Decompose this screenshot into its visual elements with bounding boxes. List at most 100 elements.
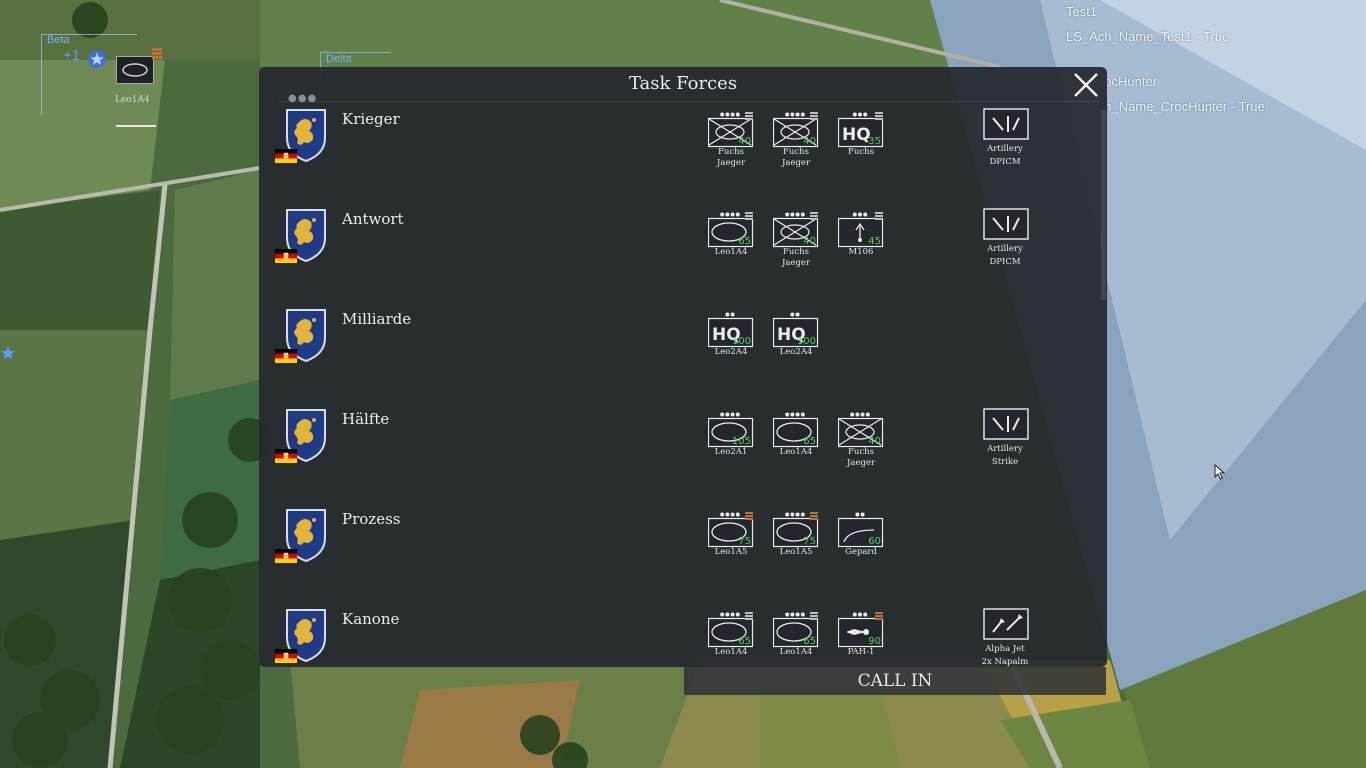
support-card[interactable]: Artillery Strike — [965, 406, 1045, 470]
svg-text:40: 40 — [803, 136, 816, 147]
inf-x-unit-icon: 40 — [707, 112, 754, 148]
armor-unit-icon: 65 — [707, 212, 754, 248]
close-icon[interactable] — [1070, 69, 1102, 101]
artillery-support-icon — [983, 408, 1029, 440]
call-in-button[interactable]: CALL IN — [684, 667, 1106, 695]
svg-text:90: 90 — [868, 636, 881, 647]
german-flag-icon — [275, 648, 297, 663]
unit-rank-icon — [152, 48, 162, 59]
support-label: Artillery DPICM — [987, 244, 1023, 267]
unit-label: Fuchs Jaeger — [846, 447, 876, 468]
panel-title: Task Forces — [628, 73, 738, 94]
task-force-name: Antwort — [342, 210, 404, 228]
svg-text:75: 75 — [803, 536, 816, 547]
svg-text:45: 45 — [868, 236, 881, 247]
svg-text:40: 40 — [738, 136, 751, 147]
svg-text:40: 40 — [868, 436, 881, 447]
hq-unit-icon: HQ 35 — [837, 112, 884, 148]
svg-text:35: 35 — [868, 136, 881, 147]
hq-unit-icon: HQ 100 — [772, 312, 819, 348]
unit-card[interactable]: 60 Gepard — [831, 506, 891, 568]
drag-handle-icon[interactable]: ●●● — [288, 93, 317, 104]
unit-card[interactable]: 65 Leo1A4 — [701, 606, 761, 668]
debug-line-2: LS_Ach_Name_Test1 - True — [1066, 29, 1230, 44]
support-card[interactable]: Artillery DPICM — [965, 206, 1045, 270]
armor-unit-icon: 75 — [772, 512, 819, 548]
support-label: Alpha Jet 2x Napalm — [981, 644, 1029, 667]
unit-label: Leo2A4 — [779, 347, 813, 357]
unit-card[interactable]: 40 Fuchs Jaeger — [701, 106, 761, 168]
unit-card[interactable]: 45 M106 — [831, 206, 891, 268]
unit-card[interactable]: 75 Leo1A5 — [701, 506, 761, 568]
artillery-support-icon — [983, 108, 1029, 140]
german-flag-icon — [275, 448, 297, 463]
inf-x-unit-icon: 40 — [837, 412, 884, 448]
task-force-name: Kanone — [342, 610, 400, 628]
beta-zone-label[interactable]: Beta — [47, 34, 70, 46]
unit-card[interactable]: 40 Fuchs Jaeger — [766, 206, 826, 268]
armor-unit-icon: 65 — [707, 612, 754, 648]
unit-label: Gepard — [845, 547, 877, 557]
unit-card[interactable]: 75 Leo1A5 — [766, 506, 826, 568]
unit-card[interactable]: HQ 100 Leo2A4 — [701, 306, 761, 368]
unit-card[interactable]: 105 Leo2A1 — [701, 406, 761, 468]
mouse-cursor-icon — [1214, 464, 1226, 480]
task-force-name: Hälfte — [342, 410, 390, 428]
svg-text:40: 40 — [803, 236, 816, 247]
support-label: Artillery DPICM — [987, 144, 1023, 167]
delta-zone-label[interactable]: Delta — [326, 53, 352, 65]
german-flag-icon — [275, 548, 297, 563]
artillery-support-icon — [983, 208, 1029, 240]
allied-star-icon — [1, 346, 15, 360]
task-force-row[interactable]: Milliarde HQ 100 Leo2A4 HQ 100 Leo2A4 — [275, 306, 1095, 396]
task-force-name: Krieger — [342, 110, 400, 128]
map-unit-health-bar — [116, 125, 156, 127]
mortar-unit-icon: 45 — [837, 212, 884, 248]
map-unit-label: Leo1A4 — [115, 95, 150, 105]
task-force-row[interactable]: Krieger 40 Fuchs Jaeger 40 Fuchs Jaeger HQ… — [275, 106, 1095, 196]
unit-card[interactable]: 65 Leo1A4 — [766, 606, 826, 668]
task-force-name: Milliarde — [342, 310, 412, 328]
unit-card[interactable]: 65 Leo1A4 — [701, 206, 761, 268]
beta-plus-label: +1 — [63, 47, 81, 64]
svg-text:65: 65 — [738, 636, 751, 647]
svg-text:100: 100 — [797, 336, 816, 347]
task-force-row[interactable]: Hälfte 105 Leo2A1 65 Leo1A4 40 Fuchs Jaeg… — [275, 406, 1095, 496]
unit-card[interactable]: 40 Fuchs Jaeger — [766, 106, 826, 168]
unit-card[interactable]: 40 Fuchs Jaeger — [831, 406, 891, 468]
support-card[interactable]: Alpha Jet 2x Napalm — [965, 606, 1045, 670]
unit-label: Fuchs — [848, 147, 874, 157]
svg-text:HQ: HQ — [842, 125, 871, 145]
svg-text:60: 60 — [868, 536, 881, 547]
allied-star-icon — [88, 50, 106, 68]
unit-card[interactable]: 65 Leo1A4 — [766, 406, 826, 468]
task-force-row[interactable]: Antwort 65 Leo1A4 40 Fuchs Jaeger 45 M106… — [275, 206, 1095, 296]
task-force-row[interactable]: Prozess 75 Leo1A5 75 Leo1A5 60 Gepard — [275, 506, 1095, 596]
svg-text:105: 105 — [732, 436, 751, 447]
task-force-name: Prozess — [342, 510, 401, 528]
german-flag-icon — [275, 348, 297, 363]
inf-x-unit-icon: 40 — [772, 212, 819, 248]
unit-card[interactable]: HQ 100 Leo2A4 — [766, 306, 826, 368]
support-card[interactable]: Artillery DPICM — [965, 106, 1045, 170]
air-support-icon — [983, 608, 1029, 640]
unit-card[interactable]: 90 PAH-1 — [831, 606, 891, 668]
svg-text:65: 65 — [803, 436, 816, 447]
map-unit-marker[interactable] — [116, 56, 154, 84]
svg-text:100: 100 — [732, 336, 751, 347]
support-label: Artillery Strike — [987, 444, 1023, 467]
title-divider — [279, 101, 1099, 102]
svg-text:65: 65 — [738, 236, 751, 247]
hq-unit-icon: HQ 100 — [707, 312, 754, 348]
armor-unit-icon: 65 — [772, 612, 819, 648]
armor-unit-icon: 65 — [772, 412, 819, 448]
armor-unit-icon: 75 — [707, 512, 754, 548]
aa-unit-icon: 60 — [837, 512, 884, 548]
unit-label: M106 — [848, 247, 874, 257]
panel-scrollbar[interactable] — [1101, 110, 1106, 300]
unit-label: PAH-1 — [847, 647, 875, 657]
inf-x-unit-icon: 40 — [772, 112, 819, 148]
unit-card[interactable]: HQ 35 Fuchs — [831, 106, 891, 168]
german-flag-icon — [275, 148, 297, 163]
svg-text:75: 75 — [738, 536, 751, 547]
